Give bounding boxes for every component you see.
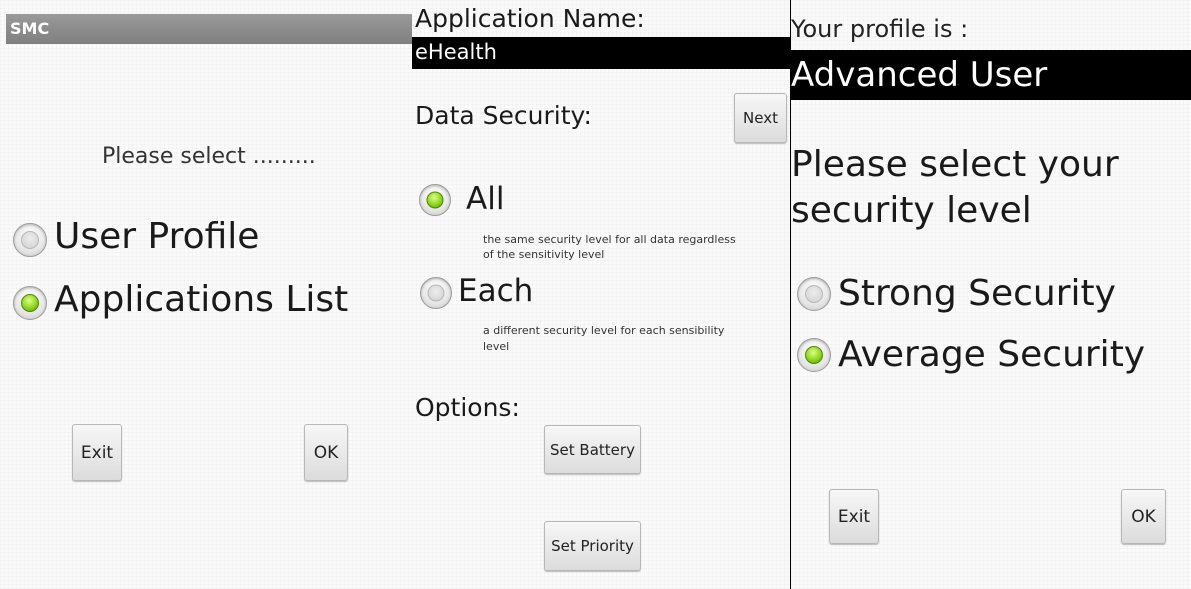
radio-unchecked-icon[interactable] xyxy=(420,277,452,309)
radio-checked-icon[interactable] xyxy=(419,184,451,216)
options-label: Options: xyxy=(415,393,520,422)
radio-label-all: All xyxy=(466,181,505,217)
screen-smc-main: SMC Please select ......... User Profile… xyxy=(0,0,412,589)
set-battery-button[interactable]: Set Battery xyxy=(544,425,641,474)
exit-button[interactable]: Exit xyxy=(829,489,879,544)
radio-unchecked-icon[interactable] xyxy=(13,223,47,257)
radio-label-strong-security: Strong Security xyxy=(838,273,1116,314)
security-prompt-line2: security level xyxy=(791,190,1032,231)
screen-security-level: Your profile is : Advanced User Please s… xyxy=(790,0,1191,589)
screen-application-security: Application Name: eHealth Data Security:… xyxy=(412,0,790,589)
radio-checked-icon[interactable] xyxy=(13,286,47,320)
security-prompt-line1: Please select your xyxy=(791,144,1119,185)
option-all-description-line1: the same security level for all data reg… xyxy=(483,233,736,246)
profile-value: Advanced User xyxy=(791,55,1048,95)
data-security-label: Data Security: xyxy=(415,101,592,130)
application-name-label: Application Name: xyxy=(415,4,645,33)
radio-label-applications-list: Applications List xyxy=(54,279,349,320)
radio-label-each: Each xyxy=(458,273,534,309)
radio-label-average-security: Average Security xyxy=(838,334,1146,375)
radio-checked-icon[interactable] xyxy=(797,338,831,372)
application-name-text: eHealth xyxy=(415,40,497,64)
ok-button[interactable]: OK xyxy=(304,424,348,481)
profile-value-bar: Advanced User xyxy=(791,50,1191,100)
app-title-bar: SMC xyxy=(6,14,412,44)
radio-label-user-profile: User Profile xyxy=(54,216,260,257)
application-name-value: eHealth xyxy=(412,37,790,69)
option-each-description-line1: a different security level for each sens… xyxy=(483,324,725,337)
profile-label: Your profile is : xyxy=(791,15,969,43)
next-button[interactable]: Next xyxy=(734,93,787,143)
ok-button[interactable]: OK xyxy=(1121,489,1166,544)
radio-unchecked-icon[interactable] xyxy=(797,277,831,311)
exit-button[interactable]: Exit xyxy=(72,424,122,481)
set-priority-button[interactable]: Set Priority xyxy=(544,521,641,571)
option-each-description-line2: level xyxy=(483,340,510,353)
select-prompt: Please select ......... xyxy=(102,144,316,169)
option-all-description-line2: of the sensitivity level xyxy=(483,248,605,261)
